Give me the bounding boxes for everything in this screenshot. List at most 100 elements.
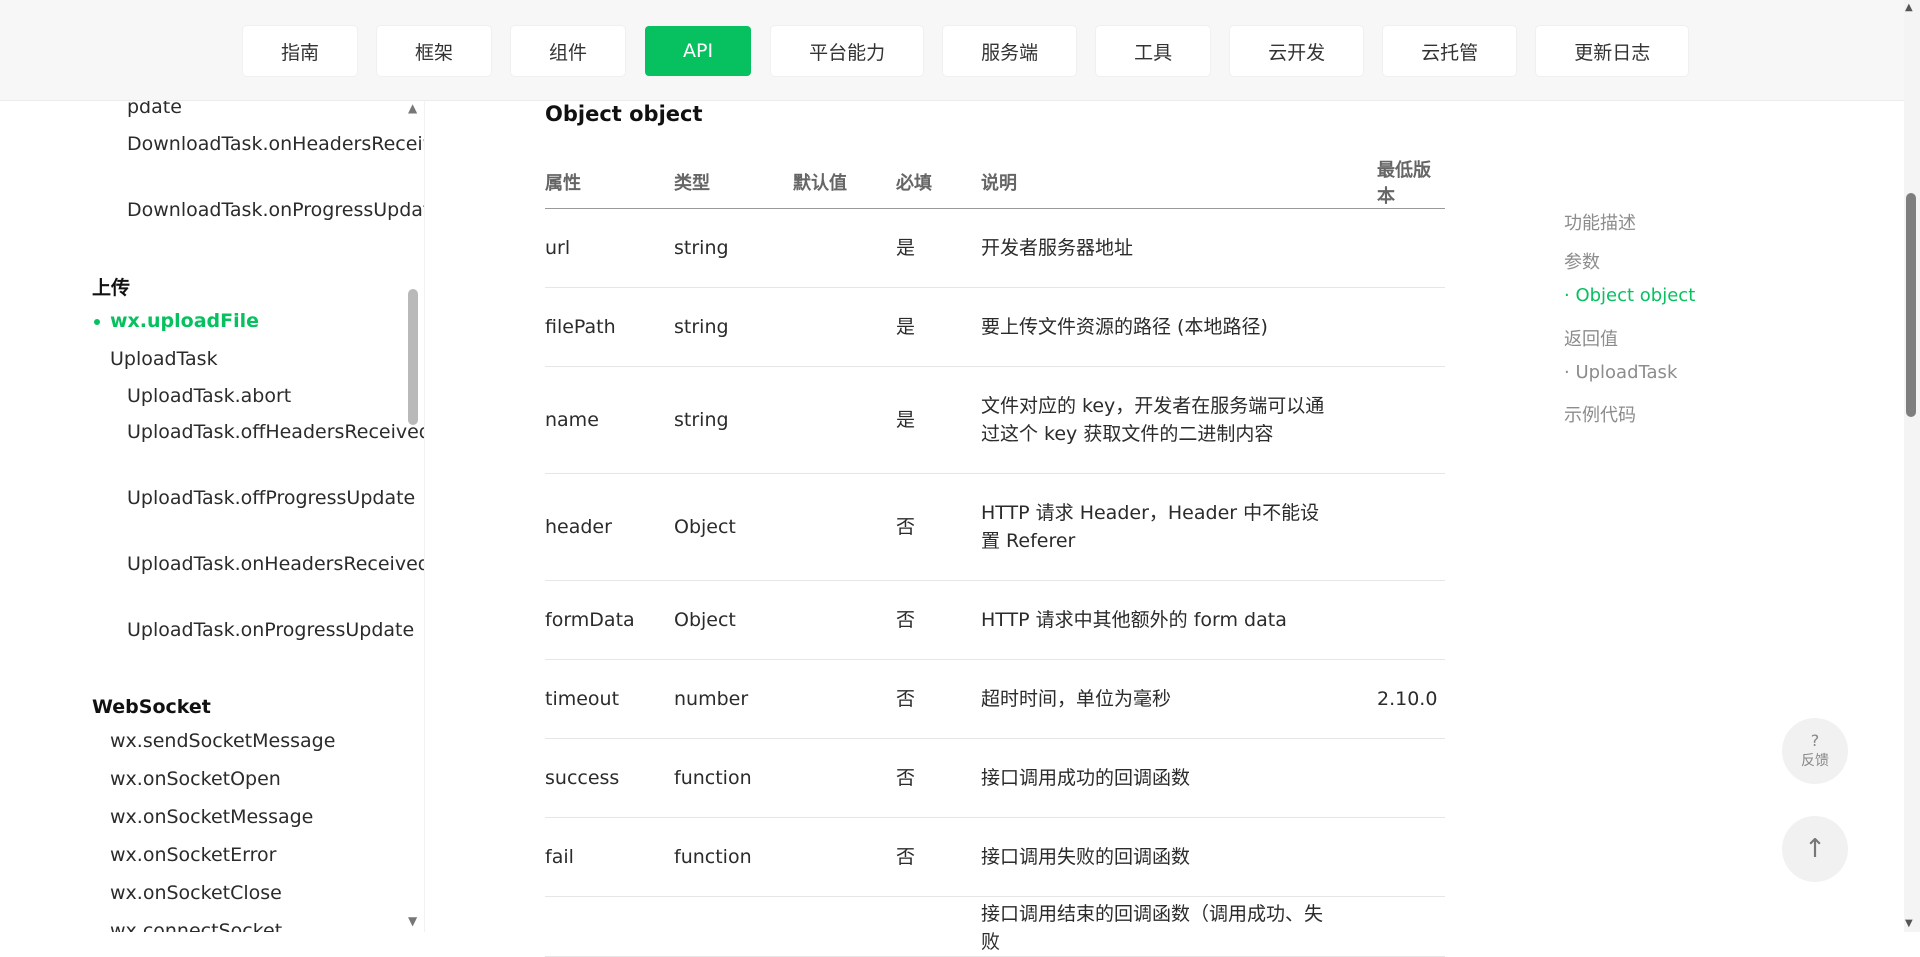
- table-row: timeout number 否 超时时间，单位为毫秒 2.10.0: [545, 659, 1445, 739]
- cell-type: Object: [674, 580, 793, 660]
- cell-required: 否: [896, 473, 981, 581]
- sidebar-item-wx-onsocketerror[interactable]: wx.onSocketError: [110, 841, 276, 869]
- section-title: Object object: [545, 102, 703, 126]
- cell-type: [674, 896, 793, 957]
- tab-changelog[interactable]: 更新日志: [1536, 26, 1689, 76]
- toc-item-description[interactable]: 功能描述: [1564, 209, 1636, 235]
- toc-item-uploadtask[interactable]: · UploadTask: [1564, 362, 1677, 383]
- cell-version: [1377, 580, 1445, 660]
- sidebar-scrollbar[interactable]: [408, 289, 418, 425]
- active-dot-icon: [94, 319, 100, 325]
- sidebar-divider: [424, 101, 425, 932]
- cell-required: 否: [896, 580, 981, 660]
- sidebar-item-uploadtask-onheadersreceived[interactable]: UploadTask.onHeadersReceived: [127, 550, 425, 578]
- tab-components[interactable]: 组件: [511, 26, 626, 76]
- cell-default: [793, 738, 896, 818]
- toc-item-example-code[interactable]: 示例代码: [1564, 401, 1636, 427]
- cell-description: 接口调用成功的回调函数: [981, 738, 1377, 818]
- cell-required: 否: [896, 817, 981, 897]
- toc-item-return-value[interactable]: 返回值: [1564, 325, 1618, 351]
- cell-default: [793, 287, 896, 367]
- sidebar-item-wx-onsocketopen[interactable]: wx.onSocketOpen: [110, 765, 281, 793]
- tab-server[interactable]: 服务端: [943, 26, 1077, 76]
- toc-item-params[interactable]: 参数: [1564, 248, 1600, 274]
- tab-cloud-dev[interactable]: 云开发: [1230, 26, 1364, 76]
- toc-item-object-object[interactable]: · Object object: [1564, 285, 1695, 306]
- header-description: 说明: [981, 156, 1377, 209]
- cell-description: HTTP 请求 Header，Header 中不能设置 Referer: [981, 473, 1377, 581]
- tab-cloud-hosting[interactable]: 云托管: [1383, 26, 1517, 76]
- sidebar-item-wx-onsocketclose[interactable]: wx.onSocketClose: [110, 879, 282, 907]
- cell-version: [1377, 287, 1445, 367]
- cell-type: string: [674, 366, 793, 474]
- tab-framework[interactable]: 框架: [377, 26, 492, 76]
- cell-default: [793, 580, 896, 660]
- cell-type: string: [674, 287, 793, 367]
- cell-attr: success: [545, 738, 674, 818]
- tab-platform-capabilities[interactable]: 平台能力: [771, 26, 924, 76]
- header-type: 类型: [674, 156, 793, 209]
- cell-description: 接口调用失败的回调函数: [981, 817, 1377, 897]
- table-row: name string 是 文件对应的 key，开发者在服务端可以通过这个 ke…: [545, 366, 1445, 474]
- table-header-row: 属性 类型 默认值 必填 说明 最低版本: [545, 156, 1445, 209]
- cell-default: [793, 817, 896, 897]
- cell-default: [793, 366, 896, 474]
- cell-attr: filePath: [545, 287, 674, 367]
- sidebar-section-upload: 上传: [92, 277, 131, 299]
- sidebar-scroll-down-icon[interactable]: ▼: [408, 914, 417, 928]
- sidebar-item-wx-onsocketmessage[interactable]: wx.onSocketMessage: [110, 803, 313, 831]
- tab-api[interactable]: API: [645, 26, 752, 76]
- sidebar-item-uploadtask-offprogressupdate[interactable]: UploadTask.offProgressUpdate: [127, 484, 415, 512]
- cell-default: [793, 473, 896, 581]
- table-row: 接口调用结束的回调函数（调用成功、失败: [545, 896, 1445, 957]
- back-to-top-button[interactable]: ↑: [1782, 816, 1848, 882]
- cell-version: [1377, 896, 1445, 957]
- header-min-version: 最低版本: [1377, 156, 1445, 209]
- table-row: formData Object 否 HTTP 请求中其他额外的 form dat…: [545, 580, 1445, 660]
- sidebar-item-wx-uploadfile[interactable]: wx.uploadFile: [110, 307, 259, 335]
- cell-description: 接口调用结束的回调函数（调用成功、失败: [981, 896, 1377, 957]
- sidebar-item-downloadtask-tail[interactable]: pdate: [127, 101, 367, 121]
- sidebar-scroll-up-icon[interactable]: ▲: [408, 101, 417, 115]
- header-default: 默认值: [793, 156, 896, 209]
- sidebar-item-uploadtask[interactable]: UploadTask: [110, 345, 218, 373]
- cell-default: [793, 208, 896, 288]
- sidebar-item-wx-sendsocketmessage[interactable]: wx.sendSocketMessage: [110, 727, 335, 755]
- version-link[interactable]: 2.10.0: [1377, 659, 1445, 739]
- sidebar-item-downloadtask-onprogressupdate[interactable]: DownloadTask.onProgressUpdate: [127, 196, 425, 224]
- params-table: 属性 类型 默认值 必填 说明 最低版本 url string 是 开发者服务器…: [545, 156, 1445, 957]
- tab-guide[interactable]: 指南: [243, 26, 358, 76]
- header-required: 必填: [896, 156, 981, 209]
- cell-description: 文件对应的 key，开发者在服务端可以通过这个 key 获取文件的二进制内容: [981, 366, 1377, 474]
- page-scrollbar-thumb[interactable]: [1906, 193, 1916, 417]
- cell-required: 否: [896, 738, 981, 818]
- sidebar-item-wx-connectsocket[interactable]: wx.connectSocket: [110, 917, 282, 932]
- nav-tabs: 指南 框架 组件 API 平台能力 服务端 工具 云开发 云托管 更新日志: [243, 26, 1689, 76]
- cell-description: 开发者服务器地址: [981, 208, 1377, 288]
- cell-description: 超时时间，单位为毫秒: [981, 659, 1377, 739]
- sidebar-item-downloadtask-onheadersreceived[interactable]: DownloadTask.onHeadersReceived: [127, 130, 425, 158]
- feedback-button[interactable]: ? 反馈: [1782, 718, 1848, 784]
- page-scroll-down-icon[interactable]: ▼: [1905, 918, 1913, 929]
- cell-attr: formData: [545, 580, 674, 660]
- cell-attr: header: [545, 473, 674, 581]
- cell-required: [896, 896, 981, 957]
- sidebar-item-uploadtask-abort[interactable]: UploadTask.abort: [127, 382, 367, 410]
- cell-type: number: [674, 659, 793, 739]
- cell-attr: [545, 896, 674, 957]
- cell-version: [1377, 738, 1445, 818]
- header-attr: 属性: [545, 156, 674, 209]
- feedback-label: 反馈: [1801, 753, 1829, 769]
- sidebar: pdate DownloadTask.onHeadersReceived Dow…: [0, 101, 425, 932]
- cell-required: 否: [896, 659, 981, 739]
- cell-version: [1377, 366, 1445, 474]
- tab-tools[interactable]: 工具: [1096, 26, 1211, 76]
- cell-attr: name: [545, 366, 674, 474]
- page-scroll-up-icon[interactable]: ▲: [1905, 2, 1913, 13]
- arrow-up-icon: ↑: [1804, 834, 1826, 864]
- sidebar-item-uploadtask-onprogressupdate[interactable]: UploadTask.onProgressUpdate: [127, 616, 414, 644]
- cell-type: function: [674, 817, 793, 897]
- page-scrollbar-track[interactable]: [1904, 0, 1920, 932]
- cell-required: 是: [896, 366, 981, 474]
- sidebar-item-uploadtask-offheadersreceived[interactable]: UploadTask.offHeadersReceived: [127, 418, 425, 446]
